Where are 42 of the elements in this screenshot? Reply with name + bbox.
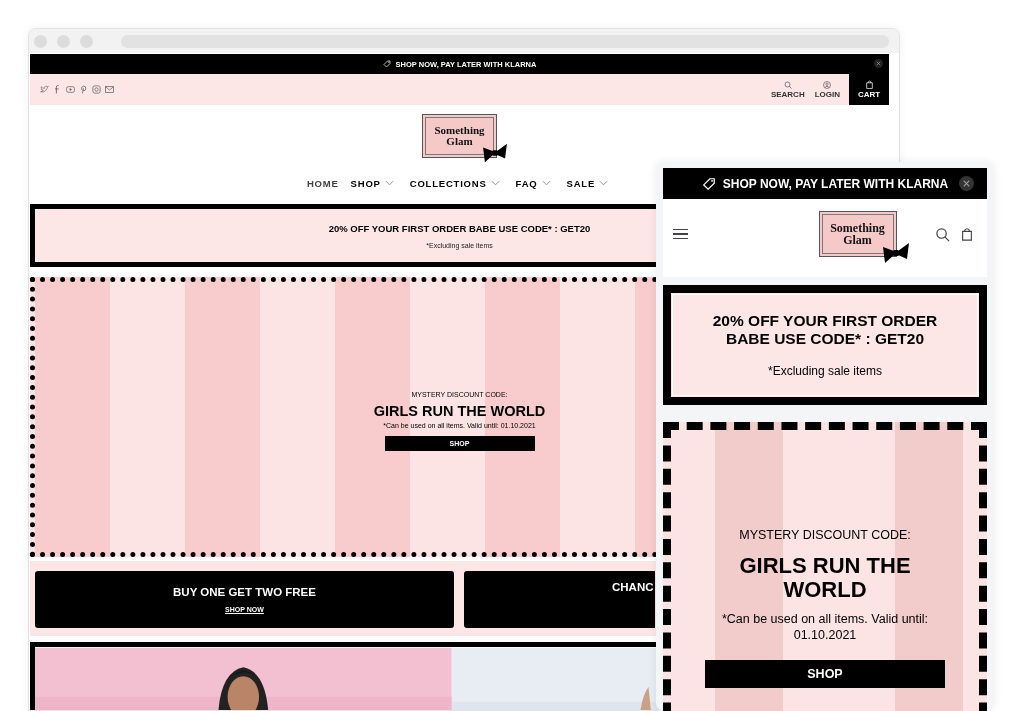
search-icon[interactable] bbox=[783, 80, 792, 89]
play-icon[interactable] bbox=[66, 85, 75, 94]
search-icon[interactable] bbox=[935, 226, 950, 242]
bow-icon bbox=[481, 142, 509, 164]
shop-button[interactable]: SHOP bbox=[705, 659, 945, 688]
promo-title: 20% OFF YOUR FIRST ORDER BABE USE CODE* : GET20 bbox=[328, 222, 591, 234]
user-icon[interactable] bbox=[823, 80, 832, 89]
promo-note: *Excluding sale items bbox=[767, 363, 883, 378]
bird-icon[interactable] bbox=[40, 85, 49, 94]
mystery-label: MYSTERY DISCOUNT CODE: bbox=[739, 528, 911, 542]
bag-icon[interactable] bbox=[864, 80, 874, 89]
nav-link[interactable]: HOME bbox=[306, 177, 339, 189]
cart-button[interactable]: CART bbox=[849, 74, 889, 105]
logo-background[interactable]: Something Glam bbox=[422, 114, 497, 158]
offer-title: CHANC bbox=[612, 581, 654, 593]
logo-background[interactable]: Something Glam bbox=[818, 211, 897, 257]
nav-link[interactable]: SHOP bbox=[350, 177, 381, 189]
close-icon[interactable] bbox=[959, 176, 974, 191]
mystery-title: GIRLS RUN THE WORLD bbox=[738, 554, 912, 603]
nav-link[interactable]: SALE bbox=[566, 177, 596, 189]
nav-link[interactable]: FAQ bbox=[515, 177, 538, 189]
search-button[interactable]: SEARCH bbox=[765, 74, 810, 105]
mail-icon[interactable] bbox=[105, 85, 114, 94]
tag-icon bbox=[701, 176, 716, 191]
mystery-note: *Can be used on all items. Valid until: 01.10.2021 bbox=[720, 612, 930, 644]
bow-icon bbox=[880, 241, 911, 265]
nav-link[interactable]: COLLECTIONS bbox=[409, 177, 487, 189]
bag-icon[interactable] bbox=[960, 227, 974, 241]
offer-banner[interactable]: CHANC bbox=[464, 571, 655, 628]
login-button[interactable]: LOGIN bbox=[809, 74, 845, 105]
logo-text: Something Glam bbox=[433, 125, 486, 147]
tag-icon bbox=[382, 60, 391, 68]
logo-text: Something Glam bbox=[829, 222, 886, 246]
close-icon[interactable] bbox=[874, 59, 883, 68]
offer-title: BUY ONE GET TWO FREE bbox=[173, 586, 316, 598]
mystery-title: GIRLS RUN THE WORLD bbox=[373, 403, 546, 419]
f-icon[interactable] bbox=[53, 85, 62, 94]
menu-icon[interactable] bbox=[673, 228, 688, 240]
camera-icon[interactable] bbox=[92, 85, 101, 94]
announcement-text[interactable]: SHOP NOW, PAY LATER WITH KLARNA bbox=[722, 176, 949, 191]
promo-title: 20% OFF YOUR FIRST ORDER BABE USE CODE* : GET20 bbox=[711, 312, 939, 348]
p-icon[interactable] bbox=[79, 85, 88, 94]
